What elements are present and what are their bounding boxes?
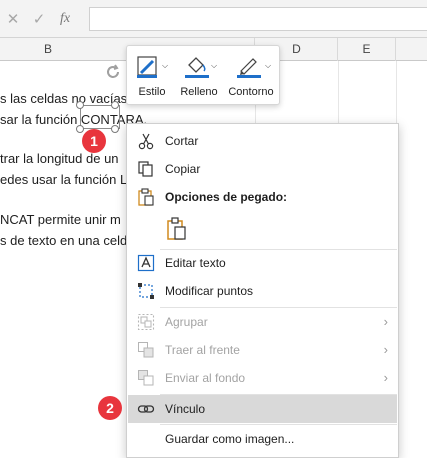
menu-item-edit-points[interactable]: Modificar puntos bbox=[128, 277, 397, 305]
menu-item-label: Copiar bbox=[165, 162, 201, 176]
chevron-right-icon: › bbox=[383, 342, 388, 357]
menu-item-label: Modificar puntos bbox=[165, 284, 254, 298]
menu-item-label: Traer al frente bbox=[165, 343, 240, 357]
chevron-down-icon: ⌵ bbox=[162, 61, 169, 70]
resize-handle[interactable] bbox=[76, 125, 84, 133]
fill-button[interactable]: ⌵ Relleno bbox=[175, 50, 223, 102]
send-back-icon bbox=[137, 369, 155, 387]
column-header-f[interactable] bbox=[396, 38, 427, 61]
scissors-icon bbox=[137, 132, 155, 150]
menu-item-link[interactable]: Vínculo bbox=[128, 395, 397, 423]
shape-style-icon bbox=[129, 55, 175, 79]
cancel-icon[interactable]: ✕ bbox=[0, 10, 26, 28]
menu-item-label: Editar texto bbox=[165, 256, 226, 270]
formula-bar: ✕ ✓ fx bbox=[0, 0, 427, 38]
sheet-text-line: NCAT permite unir m bbox=[0, 212, 121, 227]
menu-item-label: Vínculo bbox=[165, 402, 206, 416]
style-label: Estilo bbox=[138, 86, 166, 98]
column-header-b[interactable]: B bbox=[0, 38, 96, 61]
paste-button[interactable] bbox=[128, 213, 397, 245]
menu-item-send-to-back[interactable]: Enviar al fondo › bbox=[128, 364, 397, 392]
menu-item-paste-options: Opciones de pegado: bbox=[128, 183, 397, 211]
fill-label: Relleno bbox=[180, 86, 218, 98]
sheet-text-line: s de texto en una celd bbox=[0, 233, 128, 248]
menu-item-label: Guardar como imagen... bbox=[165, 432, 295, 446]
formula-buttons: ✕ ✓ fx bbox=[0, 7, 86, 31]
edit-points-icon bbox=[137, 282, 155, 300]
step-callout: 2 bbox=[98, 396, 122, 420]
resize-handle[interactable] bbox=[111, 125, 119, 133]
copy-icon bbox=[137, 160, 155, 178]
enter-icon[interactable]: ✓ bbox=[26, 10, 52, 28]
resize-handle[interactable] bbox=[76, 101, 84, 109]
mini-toolbar: ⌵ Estilo ⌵ Relleno ⌵ Contorno bbox=[126, 45, 280, 105]
menu-item-group[interactable]: Agrupar › bbox=[128, 308, 397, 336]
chevron-right-icon: › bbox=[383, 314, 388, 329]
link-icon bbox=[137, 400, 155, 418]
formula-input[interactable] bbox=[89, 7, 427, 31]
sheet-text-line: trar la longitud de un bbox=[0, 151, 119, 166]
outline-label: Contorno bbox=[228, 86, 274, 98]
chevron-right-icon: › bbox=[383, 370, 388, 385]
menu-item-edit-text[interactable]: Editar texto bbox=[128, 249, 397, 277]
menu-item-label: Opciones de pegado: bbox=[165, 190, 288, 204]
edit-text-icon bbox=[137, 254, 155, 272]
group-icon bbox=[137, 313, 155, 331]
style-button[interactable]: ⌵ Estilo bbox=[129, 50, 175, 102]
rotate-handle-icon[interactable] bbox=[103, 62, 123, 82]
column-header-e[interactable]: E bbox=[338, 38, 396, 61]
menu-item-copy[interactable]: Copiar bbox=[128, 155, 397, 183]
chevron-down-icon: ⌵ bbox=[265, 61, 272, 70]
resize-handle[interactable] bbox=[111, 101, 119, 109]
sheet-text-line: edes usar la función L bbox=[0, 172, 128, 187]
menu-item-cut[interactable]: Cortar bbox=[128, 127, 397, 155]
outline-button[interactable]: ⌵ Contorno bbox=[223, 50, 279, 102]
context-menu: Cortar Copiar Opciones de pegado: Editar… bbox=[126, 123, 399, 458]
sheet-text-line: s las celdas no vacías bbox=[0, 91, 128, 106]
bring-front-icon bbox=[137, 341, 155, 359]
insert-function-icon[interactable]: fx bbox=[52, 11, 78, 27]
menu-item-label: Agrupar bbox=[165, 315, 208, 329]
clipboard-icon bbox=[137, 188, 155, 206]
step-callout: 1 bbox=[82, 129, 106, 153]
chevron-down-icon: ⌵ bbox=[211, 61, 218, 70]
menu-item-label: Enviar al fondo bbox=[165, 371, 246, 385]
paste-clipboard-icon bbox=[166, 217, 188, 241]
menu-item-label-text: Editar texto bbox=[165, 256, 226, 270]
menu-item-save-as-image[interactable]: Guardar como imagen... bbox=[128, 425, 397, 453]
menu-item-label: Cortar bbox=[165, 134, 199, 148]
menu-item-bring-to-front[interactable]: Traer al frente › bbox=[128, 336, 397, 364]
